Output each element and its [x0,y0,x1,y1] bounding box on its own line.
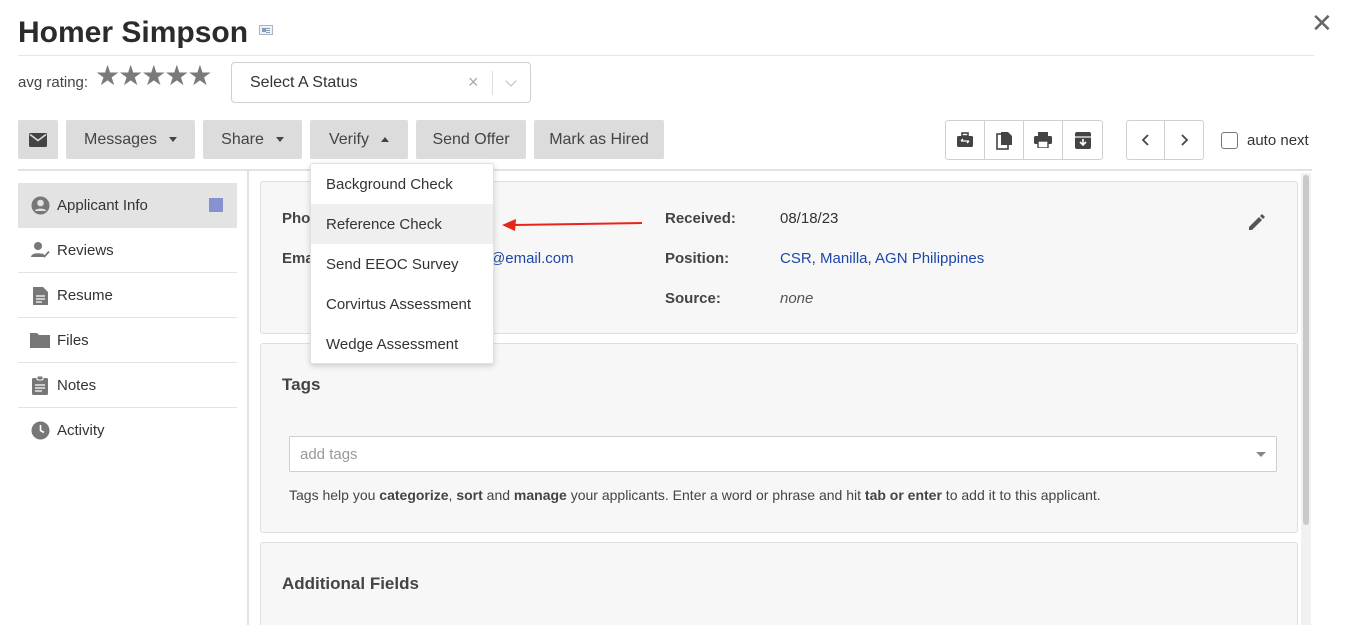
sidebar: Applicant Info Reviews Resume Files Note… [18,183,237,453]
next-button[interactable] [1165,121,1203,159]
menu-item-send-eeoc-survey[interactable]: Send EEOC Survey [311,244,493,284]
pager-group [1126,120,1204,160]
caret-up-icon [381,137,389,142]
caret-down-icon [168,137,177,142]
additional-fields-panel: Additional Fields [260,542,1298,625]
status-select[interactable]: Select A Status × [231,62,531,103]
position-link[interactable]: CSR, Manilla, AGN Philippines [780,250,984,267]
status-placeholder: Select A Status [250,74,358,91]
verify-label: Verify [328,130,369,148]
email-label: Ema [282,250,314,267]
briefcase-transfer-icon [957,132,973,147]
envelope-icon [29,132,47,147]
chevron-right-icon [1181,134,1188,146]
folder-icon [30,330,50,350]
additional-fields-title: Additional Fields [282,574,419,593]
menu-item-reference-check[interactable]: Reference Check [311,204,493,244]
tags-placeholder: add tags [300,446,358,463]
source-value: none [780,290,814,307]
pencil-icon[interactable] [1247,213,1266,232]
printer-icon [1034,132,1052,148]
star-rating[interactable]: ★★★★★ [95,59,213,92]
sidebar-item-reviews[interactable]: Reviews [18,228,237,273]
sidebar-item-activity[interactable]: Activity [18,408,237,453]
auto-next-label: auto next [1247,132,1309,149]
tags-title: Tags [282,375,321,394]
copy-icon [995,131,1012,150]
source-label: Source: [665,290,721,307]
sidebar-divider [247,171,249,625]
caret-down-icon [275,137,284,142]
chevron-down-icon[interactable] [505,75,517,87]
menu-item-corvirtus-assessment[interactable]: Corvirtus Assessment [311,284,493,324]
archive-button[interactable] [1063,121,1102,159]
phone-label: Pho [282,210,311,227]
account-circle-icon [30,196,50,216]
mark-as-hired-button[interactable]: Mark as Hired [534,120,664,159]
toolbar-divider [18,169,1312,171]
share-button[interactable]: Share [203,120,302,159]
status-divider [492,71,493,95]
received-label: Received: [665,210,736,227]
person-check-icon [30,240,50,260]
caret-down-icon[interactable] [1256,452,1266,457]
document-icon [30,285,50,305]
share-label: Share [221,130,264,148]
sidebar-item-notes[interactable]: Notes [18,363,237,408]
tags-help-text: Tags help you categorize, sort and manag… [289,487,1101,503]
sidebar-item-resume[interactable]: Resume [18,273,237,318]
sidebar-item-files[interactable]: Files [18,318,237,363]
previous-button[interactable] [1127,121,1165,159]
archive-icon [1074,131,1091,149]
email-button[interactable] [18,120,58,159]
scrollbar[interactable] [1301,173,1311,625]
menu-item-wedge-assessment[interactable]: Wedge Assessment [311,324,493,364]
messages-label: Messages [84,130,157,148]
copy-button[interactable] [985,121,1024,159]
scroll-thumb[interactable] [1303,175,1309,525]
chevron-left-icon [1141,134,1149,146]
clear-status-icon[interactable]: × [468,72,479,93]
action-icon-group [945,120,1103,160]
auto-next-toggle[interactable]: auto next [1221,132,1309,149]
sidebar-item-label: Reviews [57,241,114,259]
verify-button[interactable]: Verify [310,120,408,159]
close-button[interactable]: ✕ [1311,8,1333,39]
sidebar-item-label: Applicant Info [57,197,148,214]
tags-panel: Tags add tags Tags help you categorize, … [260,343,1298,533]
sidebar-item-label: Resume [57,286,113,304]
header-divider [18,55,1314,56]
email-link[interactable]: @email.com [490,250,574,267]
position-label: Position: [665,250,730,267]
sidebar-item-label: Notes [57,376,97,394]
auto-next-checkbox[interactable] [1221,132,1238,149]
avg-rating-label: avg rating: [18,74,89,91]
tags-input[interactable]: add tags [289,436,1277,472]
print-button[interactable] [1024,121,1063,159]
page-title: Homer Simpson [18,16,249,49]
sidebar-item-applicant-info[interactable]: Applicant Info [18,183,237,228]
sidebar-item-label: Files [57,331,89,349]
sidebar-item-label: Activity [57,422,105,439]
messages-button[interactable]: Messages [66,120,195,159]
status-badge [209,198,223,212]
transfer-button[interactable] [946,121,985,159]
received-value: 08/18/23 [780,210,839,227]
contact-card-icon[interactable] [259,25,273,35]
menu-item-background-check[interactable]: Background Check [311,164,493,204]
clock-icon [30,421,50,441]
verify-dropdown-menu: Background Check Reference Check Send EE… [310,163,494,364]
send-offer-button[interactable]: Send Offer [416,120,526,159]
clipboard-icon [30,375,50,395]
